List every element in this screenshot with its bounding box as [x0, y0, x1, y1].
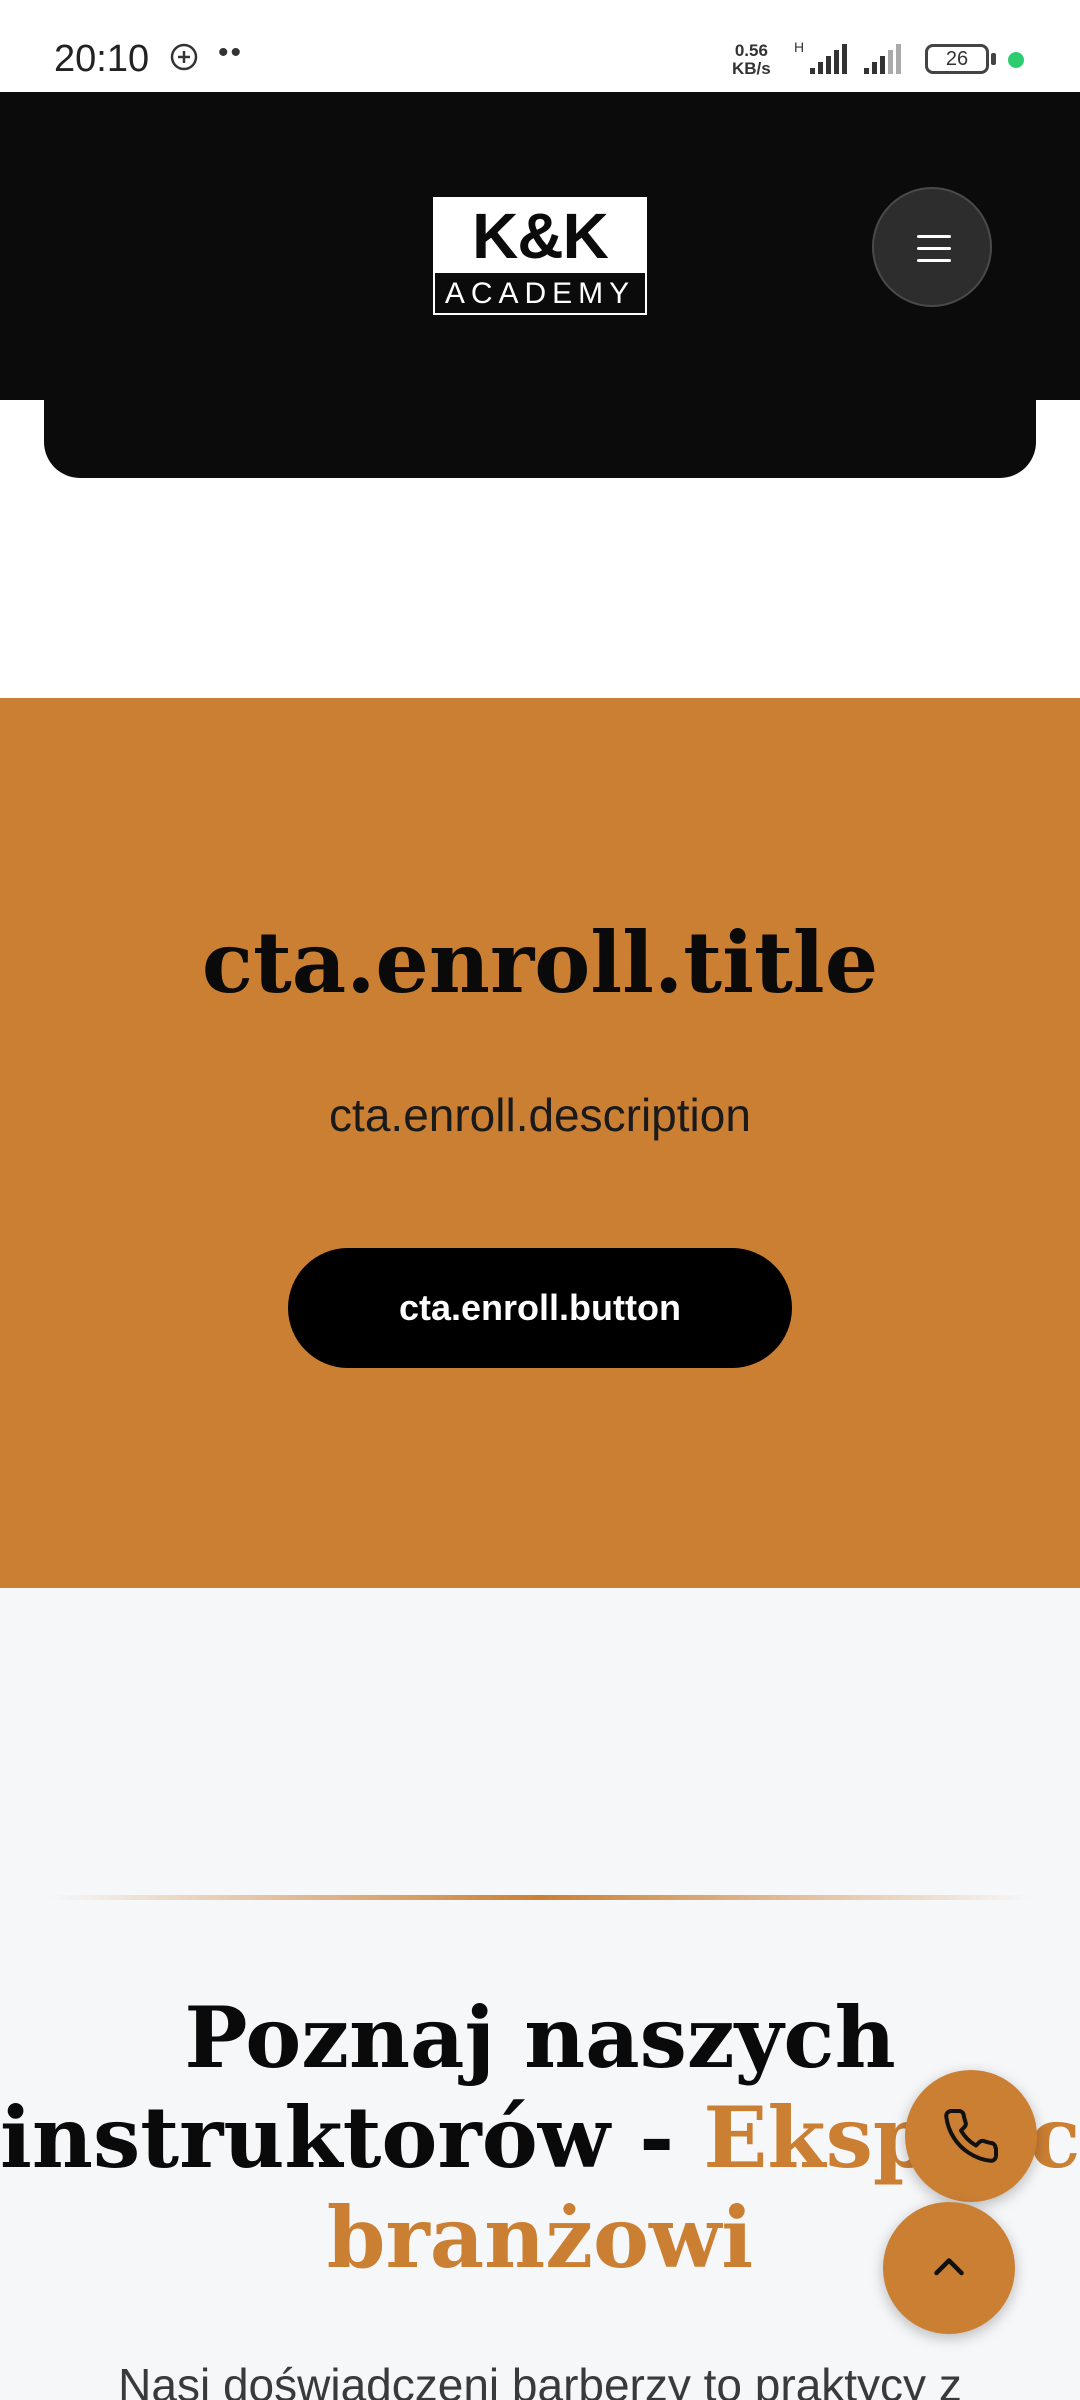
menu-button[interactable] [872, 187, 992, 307]
status-bar: 20:10 •• 0.56 KB/s H 26 [0, 0, 1080, 92]
network-speed-unit: KB/s [732, 59, 771, 78]
enroll-button[interactable]: cta.enroll.button [288, 1248, 792, 1368]
header-extension [44, 392, 1036, 478]
message-plus-icon [170, 43, 198, 71]
signal-icon-2 [864, 44, 901, 74]
hamburger-icon [917, 235, 951, 238]
logo-bottom-text: ACADEMY [444, 277, 636, 310]
instructors-heading-line2-start: instruktorów - [0, 2088, 704, 2187]
signal-icon: H [794, 40, 847, 74]
instructors-heading-line1: Poznaj naszych [184, 1988, 896, 2087]
section-divider [50, 1895, 1030, 1900]
network-speed: 0.56 KB/s [732, 42, 771, 78]
battery-tip [991, 53, 996, 65]
more-notifications-icon: •• [218, 36, 244, 69]
cta-title: cta.enroll.title [201, 913, 879, 1012]
hamburger-icon-bar [917, 247, 951, 250]
phone-icon [944, 2108, 999, 2163]
network-speed-value: 0.56 [734, 41, 768, 60]
logo-top-text: K&K [435, 199, 645, 273]
battery-icon: 26 [925, 44, 989, 74]
status-time: 20:10 [54, 38, 150, 80]
network-type: H [794, 40, 804, 55]
logo[interactable]: K&K ACADEMY [433, 197, 647, 315]
cta-description: cta.enroll.description [329, 1089, 751, 1141]
chevron-up-icon [934, 2258, 964, 2276]
scroll-top-button[interactable] [883, 2202, 1015, 2334]
privacy-indicator-dot [1008, 52, 1024, 68]
cta-section: cta.enroll.title cta.enroll.description … [0, 698, 1080, 1588]
instructors-subtitle: Nasi doświadczeni barberzy to praktycy z [118, 2359, 962, 2400]
call-button[interactable] [905, 2070, 1037, 2202]
hamburger-icon-bar [917, 259, 951, 262]
